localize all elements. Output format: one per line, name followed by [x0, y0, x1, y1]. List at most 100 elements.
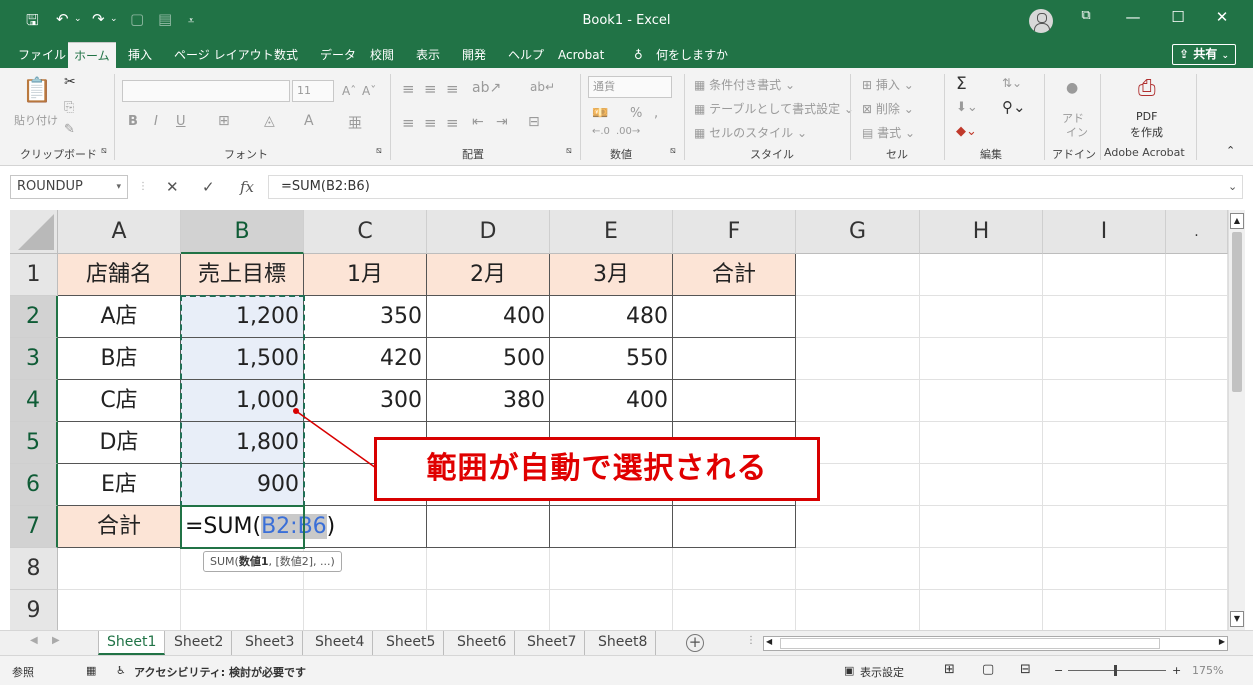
- accounting-format-icon[interactable]: 💴: [592, 106, 608, 121]
- cell-d2[interactable]: 400: [427, 296, 550, 338]
- empty-cell[interactable]: [796, 548, 920, 590]
- empty-cell[interactable]: [1043, 464, 1166, 506]
- align-center-icon[interactable]: ≡: [424, 114, 437, 132]
- cell-b2[interactable]: 1,200: [181, 296, 304, 338]
- empty-cell[interactable]: [920, 296, 1043, 338]
- column-header-j[interactable]: .: [1166, 210, 1228, 254]
- empty-cell[interactable]: [550, 548, 673, 590]
- more-options-icon[interactable]: ⋮: [138, 181, 148, 192]
- page-layout-view-icon[interactable]: ▢: [982, 662, 994, 677]
- column-header-g[interactable]: G: [796, 210, 920, 254]
- sheet-tab-8[interactable]: Sheet8: [590, 631, 657, 655]
- ribbon-display-icon[interactable]: ⧉: [1071, 8, 1101, 23]
- fill-color-icon[interactable]: ◬: [264, 113, 275, 129]
- sheet-tab-5[interactable]: Sheet5: [378, 631, 445, 655]
- empty-cell[interactable]: [427, 548, 550, 590]
- cell-f7[interactable]: [673, 506, 796, 548]
- tab-split-handle-icon[interactable]: ⋮: [746, 635, 756, 646]
- scroll-down-icon[interactable]: ▼: [1230, 611, 1244, 627]
- clear-icon[interactable]: ◆⌄: [956, 124, 977, 139]
- cell-b1[interactable]: 売上目標: [181, 254, 304, 296]
- column-header-d[interactable]: D: [427, 210, 550, 254]
- empty-cell[interactable]: [920, 422, 1043, 464]
- cell-b3[interactable]: 1,500: [181, 338, 304, 380]
- number-launcher-icon[interactable]: ⧅: [670, 146, 676, 156]
- italic-button[interactable]: I: [154, 114, 158, 129]
- empty-cell[interactable]: [1043, 380, 1166, 422]
- sheet-tab-2[interactable]: Sheet2: [166, 631, 233, 655]
- empty-cell[interactable]: [1043, 548, 1166, 590]
- empty-cell[interactable]: [1043, 422, 1166, 464]
- font-launcher-icon[interactable]: ⧅: [376, 146, 382, 156]
- bold-button[interactable]: B: [128, 114, 138, 129]
- tab-developer[interactable]: 開発: [456, 42, 492, 68]
- row-header-8[interactable]: 8: [10, 548, 58, 590]
- row-header-5[interactable]: 5: [10, 422, 58, 464]
- empty-cell[interactable]: [427, 590, 550, 630]
- cancel-formula-button[interactable]: ✕: [166, 178, 179, 196]
- increase-font-icon[interactable]: Aˆ: [342, 84, 356, 98]
- zoom-slider[interactable]: [1068, 670, 1166, 671]
- cell-a5[interactable]: D店: [58, 422, 181, 464]
- cell-styles-button[interactable]: ▦ セルのスタイル ⌄: [694, 124, 807, 141]
- close-button[interactable]: ✕: [1207, 8, 1237, 26]
- empty-cell[interactable]: [1166, 590, 1228, 630]
- sheet-tab-3[interactable]: Sheet3: [237, 631, 304, 655]
- empty-cell[interactable]: [796, 296, 920, 338]
- cell-e4[interactable]: 400: [550, 380, 673, 422]
- find-select-icon[interactable]: ⚲⌄: [1002, 98, 1026, 116]
- cell-f4[interactable]: [673, 380, 796, 422]
- cell-b5[interactable]: 1,800: [181, 422, 304, 464]
- minimize-button[interactable]: —: [1118, 8, 1148, 26]
- share-button[interactable]: ⇪ 共有 ⌄: [1172, 44, 1236, 65]
- empty-cell[interactable]: [796, 338, 920, 380]
- cell-a3[interactable]: B店: [58, 338, 181, 380]
- row-header-2[interactable]: 2: [10, 296, 58, 338]
- create-pdf-button[interactable]: PDF: [1136, 110, 1157, 123]
- empty-cell[interactable]: [58, 590, 181, 630]
- empty-cell[interactable]: [796, 380, 920, 422]
- empty-cell[interactable]: [673, 548, 796, 590]
- cell-c3[interactable]: 420: [304, 338, 427, 380]
- phonetic-icon[interactable]: 亜: [348, 113, 362, 133]
- align-bottom-icon[interactable]: ≡: [446, 80, 459, 98]
- account-avatar-icon[interactable]: [1029, 9, 1053, 33]
- empty-cell[interactable]: [920, 464, 1043, 506]
- zoom-level[interactable]: 175%: [1192, 664, 1223, 677]
- row-header-1[interactable]: 1: [10, 254, 58, 296]
- cell-a1[interactable]: 店舗名: [58, 254, 181, 296]
- cell-e2[interactable]: 480: [550, 296, 673, 338]
- merge-center-icon[interactable]: ⊟: [528, 114, 540, 130]
- tab-formulas[interactable]: 数式: [268, 42, 304, 68]
- next-sheet-icon[interactable]: ▶: [52, 635, 60, 646]
- empty-cell[interactable]: [1166, 254, 1228, 296]
- macro-record-icon[interactable]: ▦: [86, 664, 96, 677]
- empty-cell[interactable]: [920, 254, 1043, 296]
- chevron-down-icon[interactable]: ▾: [116, 176, 121, 198]
- align-right-icon[interactable]: ≡: [446, 114, 459, 132]
- row-header-4[interactable]: 4: [10, 380, 58, 422]
- cell-f1[interactable]: 合計: [673, 254, 796, 296]
- empty-cell[interactable]: [1166, 380, 1228, 422]
- copy-icon[interactable]: ⎘: [64, 100, 74, 115]
- cell-c1[interactable]: 1月: [304, 254, 427, 296]
- tab-data[interactable]: データ: [314, 42, 362, 68]
- cut-icon[interactable]: ✂: [64, 74, 76, 90]
- empty-cell[interactable]: [1166, 422, 1228, 464]
- pdf-icon[interactable]: ⎙: [1138, 76, 1156, 101]
- sheet-tab-6[interactable]: Sheet6: [449, 631, 516, 655]
- paste-button[interactable]: 貼り付け: [14, 112, 58, 128]
- decrease-indent-icon[interactable]: ⇤: [472, 114, 484, 130]
- cell-a2[interactable]: A店: [58, 296, 181, 338]
- delete-cells-button[interactable]: ⊠ 削除 ⌄: [862, 100, 914, 117]
- page-break-view-icon[interactable]: ⊟: [1020, 662, 1031, 677]
- cell-c7[interactable]: [304, 506, 427, 548]
- tab-review[interactable]: 校閲: [364, 42, 400, 68]
- cell-a6[interactable]: E店: [58, 464, 181, 506]
- increase-indent-icon[interactable]: ⇥: [496, 114, 508, 130]
- cell-c4[interactable]: 300: [304, 380, 427, 422]
- accessibility-icon[interactable]: ♿: [116, 664, 126, 677]
- cell-b6[interactable]: 900: [181, 464, 304, 506]
- collapse-ribbon-icon[interactable]: ⌃: [1226, 144, 1235, 157]
- add-sheet-icon[interactable]: +: [686, 634, 704, 652]
